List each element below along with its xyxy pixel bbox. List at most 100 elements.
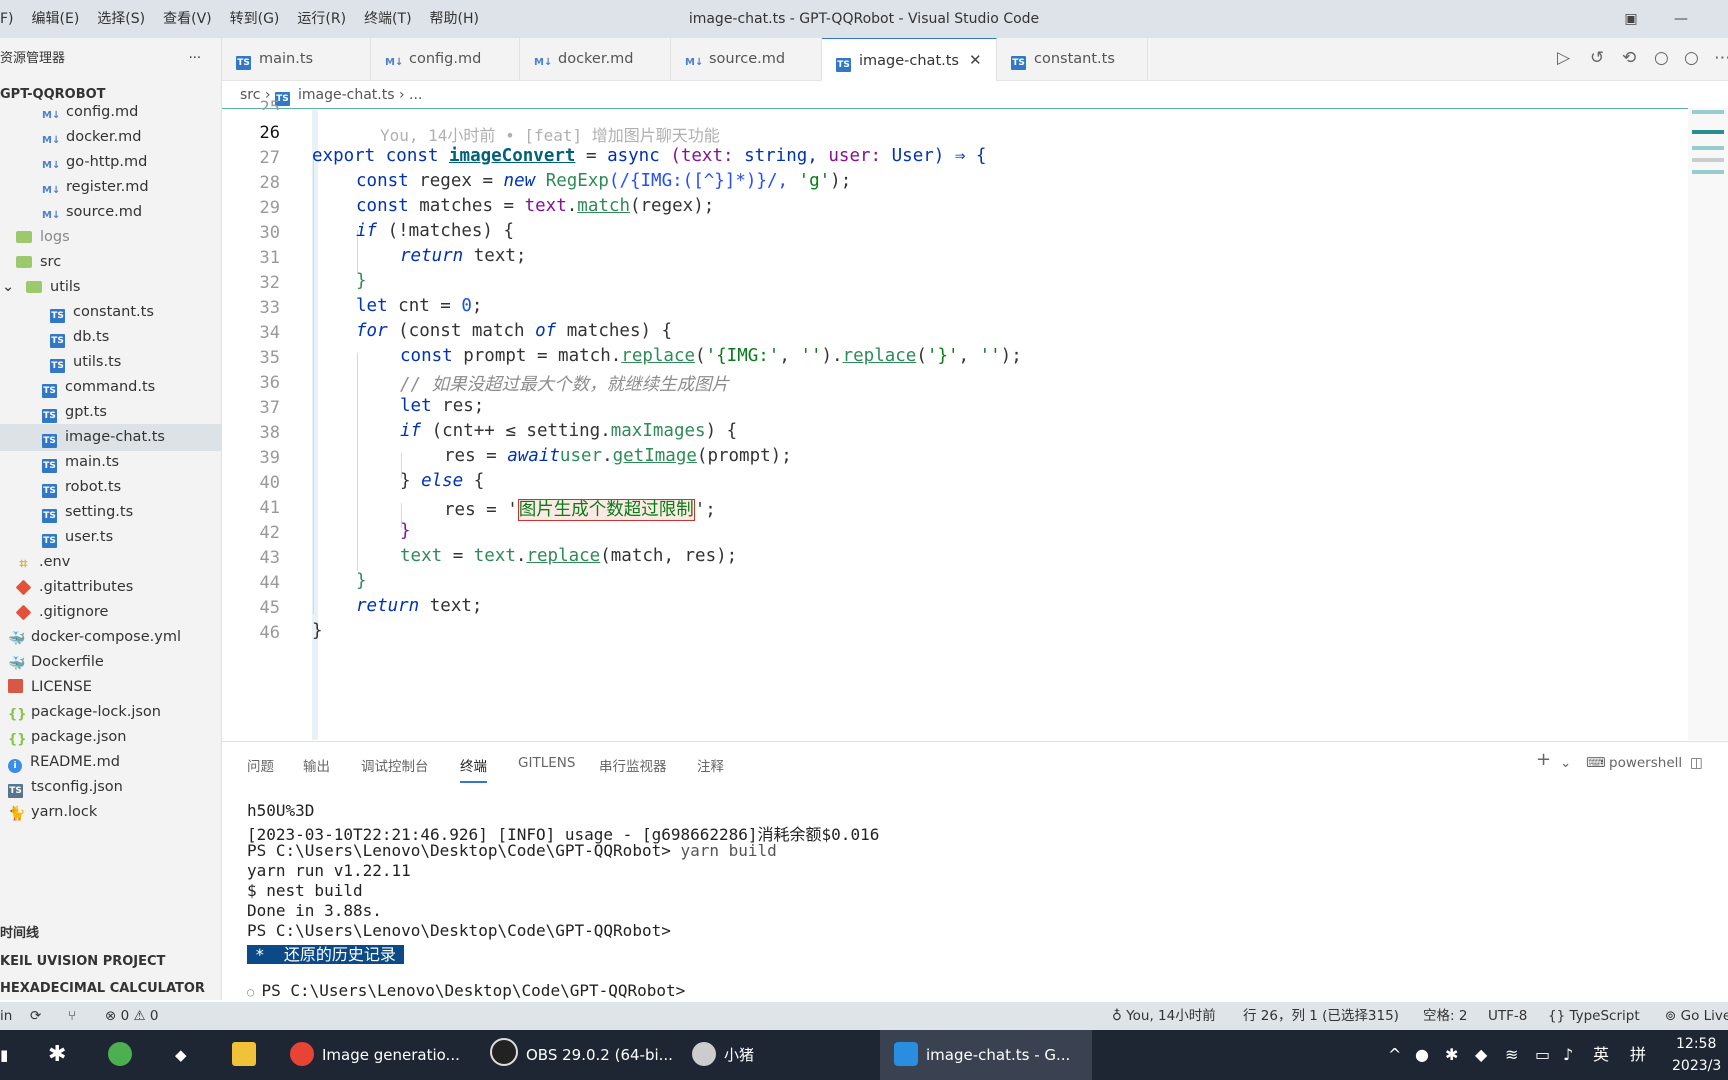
volume-icon[interactable]: ♪ bbox=[1563, 1030, 1573, 1080]
tab-docker-md[interactable]: M↓ docker.md bbox=[520, 38, 671, 80]
menu-selection[interactable]: 选择(S) bbox=[88, 0, 154, 38]
more-icon[interactable]: ⋯ bbox=[1714, 48, 1728, 68]
split-terminal-icon[interactable]: ◫ bbox=[1690, 755, 1703, 771]
menu-file[interactable]: F) bbox=[0, 0, 23, 38]
minimap[interactable] bbox=[1688, 108, 1728, 740]
tree-item-go-http-md[interactable]: M↓ go-http.md bbox=[0, 149, 221, 176]
tree-item-robot-ts[interactable]: TS robot.ts bbox=[0, 474, 221, 501]
cursor-position[interactable]: 行 26，列 1 (已选择315) bbox=[1243, 1002, 1399, 1030]
hex-calculator-section[interactable]: HEXADECIMAL CALCULATOR bbox=[0, 976, 221, 1001]
tray-chevron-icon[interactable]: ^ bbox=[1388, 1030, 1401, 1080]
next-change-icon[interactable]: ○ bbox=[1684, 48, 1699, 68]
menu-go[interactable]: 转到(G) bbox=[221, 0, 289, 38]
tree-item-readme-md[interactable]: i README.md bbox=[0, 749, 221, 776]
tab-debug-console[interactable]: 调试控制台 bbox=[361, 755, 429, 775]
tree-item-license[interactable]: LICENSE bbox=[0, 674, 221, 701]
go-live-button[interactable]: ⊚ Go Live bbox=[1665, 1002, 1728, 1030]
tree-item-gpt-ts[interactable]: TS gpt.ts bbox=[0, 399, 221, 426]
tree-item-yarn-lock[interactable]: 🐈 yarn.lock bbox=[0, 799, 221, 826]
menu-help[interactable]: 帮助(H) bbox=[421, 0, 488, 38]
tree-item-constant-ts[interactable]: TS constant.ts bbox=[0, 299, 221, 326]
tree-item-utils-ts[interactable]: TS utils.ts bbox=[0, 349, 221, 376]
revert-icon[interactable]: ⟲ bbox=[1622, 48, 1636, 68]
tree-item-command-ts[interactable]: TS command.ts bbox=[0, 374, 221, 401]
taskbar-obs[interactable]: OBS 29.0.2 (64-bi... bbox=[490, 1030, 675, 1080]
breadcrumb-file[interactable]: image-chat.ts bbox=[298, 87, 395, 103]
close-icon[interactable]: ✕ bbox=[969, 51, 982, 69]
taskbar-chrome[interactable]: Image generatio... bbox=[286, 1030, 470, 1080]
timeline-section[interactable]: 时间线 bbox=[0, 921, 221, 946]
terminal-prompt[interactable]: ○ PS C:\Users\Lenovo\Desktop\Code\GPT-QQ… bbox=[247, 981, 685, 1000]
git-blame-status[interactable]: ♁ You, 14小时前 bbox=[1112, 1002, 1216, 1030]
ime-indicator[interactable]: 英 bbox=[1593, 1030, 1609, 1080]
tree-item-logs[interactable]: logs bbox=[0, 224, 221, 251]
tree-item-register-md[interactable]: M↓ register.md bbox=[0, 174, 221, 201]
problems-indicator[interactable]: ⊗ 0 ⚠ 0 bbox=[105, 1002, 159, 1030]
run-icon[interactable]: ▷ bbox=[1557, 48, 1570, 68]
tree-item-source-md[interactable]: M↓ source.md bbox=[0, 199, 221, 226]
tree-item-config-md[interactable]: M↓ config.md bbox=[0, 99, 221, 126]
wifi-icon[interactable]: ≋ bbox=[1505, 1030, 1518, 1080]
tree-item-image-chat-ts[interactable]: TS image-chat.ts bbox=[0, 424, 221, 451]
battery-icon[interactable]: ▭ bbox=[1535, 1030, 1550, 1080]
add-terminal-icon[interactable]: + bbox=[1536, 749, 1551, 770]
language-mode[interactable]: {} TypeScript bbox=[1548, 1002, 1640, 1030]
pinned-app-icon[interactable]: ✱ bbox=[48, 1030, 66, 1080]
wechat-icon[interactable]: ● bbox=[1415, 1030, 1429, 1080]
keil-section[interactable]: KEIL UVISION PROJECT bbox=[0, 949, 221, 974]
history-icon[interactable]: ↺ bbox=[1590, 48, 1604, 68]
tree-item-gitignore[interactable]: .gitignore bbox=[0, 599, 221, 626]
tab-problems[interactable]: 问题 bbox=[247, 755, 274, 775]
ime-mode[interactable]: 拼 bbox=[1630, 1030, 1646, 1080]
tab-comments[interactable]: 注释 bbox=[697, 755, 724, 775]
file-explorer-icon[interactable] bbox=[232, 1030, 264, 1080]
tree-item-main-ts[interactable]: TS main.ts bbox=[0, 449, 221, 476]
more-actions-icon[interactable]: ··· bbox=[189, 38, 201, 80]
tab-terminal[interactable]: 终端 bbox=[460, 755, 487, 783]
menu-view[interactable]: 查看(V) bbox=[154, 0, 221, 38]
taskbar-chat[interactable]: 小猪 bbox=[692, 1030, 812, 1080]
tab-constant-ts[interactable]: TS constant.ts bbox=[997, 38, 1148, 80]
encoding[interactable]: UTF-8 bbox=[1488, 1002, 1527, 1030]
tab-output[interactable]: 输出 bbox=[303, 755, 330, 775]
tray-app-icon[interactable]: ◆ bbox=[1475, 1030, 1487, 1080]
menu-terminal[interactable]: 终端(T) bbox=[355, 0, 420, 38]
previous-change-icon[interactable]: ○ bbox=[1654, 48, 1669, 68]
tree-item-gitattributes[interactable]: .gitattributes bbox=[0, 574, 221, 601]
tree-item-package-json[interactable]: {} package.json bbox=[0, 724, 221, 751]
sync-icon[interactable]: ⟳ bbox=[30, 1002, 41, 1030]
taskbar-vscode[interactable]: image-chat.ts - G... bbox=[880, 1030, 1092, 1080]
tab-gitlens[interactable]: GITLENS bbox=[518, 755, 575, 771]
tree-item-dockerfile[interactable]: 🐳 Dockerfile bbox=[0, 649, 221, 676]
tree-item-docker-compose-yml[interactable]: 🐳 docker-compose.yml bbox=[0, 624, 221, 651]
minimize-icon[interactable]: — bbox=[1670, 8, 1692, 30]
tree-item-src[interactable]: src bbox=[0, 249, 221, 276]
tree-item-docker-md[interactable]: M↓ docker.md bbox=[0, 124, 221, 151]
tab-config-md[interactable]: M↓ config.md bbox=[371, 38, 520, 80]
tree-item-user-ts[interactable]: TS user.ts bbox=[0, 524, 221, 551]
pinned-app-icon[interactable]: ◆ bbox=[175, 1030, 187, 1080]
tree-item-tsconfig-json[interactable]: TS tsconfig.json bbox=[0, 774, 221, 801]
tree-item-env[interactable]: ⌗ .env bbox=[0, 549, 221, 576]
clock-time[interactable]: 12:58 bbox=[1676, 1034, 1716, 1054]
menu-edit[interactable]: 编辑(E) bbox=[23, 0, 89, 38]
chevron-down-icon[interactable]: ⌄ bbox=[1560, 755, 1571, 771]
tab-image-chat-ts[interactable]: TS image-chat.ts ✕ bbox=[822, 38, 997, 81]
chrome-icon[interactable] bbox=[108, 1030, 140, 1080]
tree-item-utils[interactable]: ⌄ utils bbox=[0, 274, 221, 301]
start-button[interactable]: ▮ bbox=[0, 1030, 14, 1080]
tree-item-setting-ts[interactable]: TS setting.ts bbox=[0, 499, 221, 526]
tree-item-package-lock-json[interactable]: {} package-lock.json bbox=[0, 699, 221, 726]
tree-item-db-ts[interactable]: TS db.ts bbox=[0, 324, 221, 351]
terminal-shell-name[interactable]: powershell bbox=[1609, 755, 1682, 771]
source-control-icon[interactable]: ⑂ bbox=[68, 1002, 76, 1030]
tab-serial-monitor[interactable]: 串行监视器 bbox=[599, 755, 667, 775]
tab-main-ts[interactable]: TS main.ts bbox=[222, 38, 371, 80]
tray-app-icon[interactable]: ✱ bbox=[1445, 1030, 1458, 1080]
clock-date[interactable]: 2023/3 bbox=[1672, 1056, 1721, 1076]
indentation[interactable]: 空格: 2 bbox=[1423, 1002, 1467, 1030]
remote-indicator[interactable]: in bbox=[0, 1002, 12, 1030]
menu-run[interactable]: 运行(R) bbox=[288, 0, 355, 38]
layout-icon[interactable]: ▣ bbox=[1620, 8, 1642, 30]
breadcrumb-symbol[interactable]: ... bbox=[409, 87, 422, 103]
